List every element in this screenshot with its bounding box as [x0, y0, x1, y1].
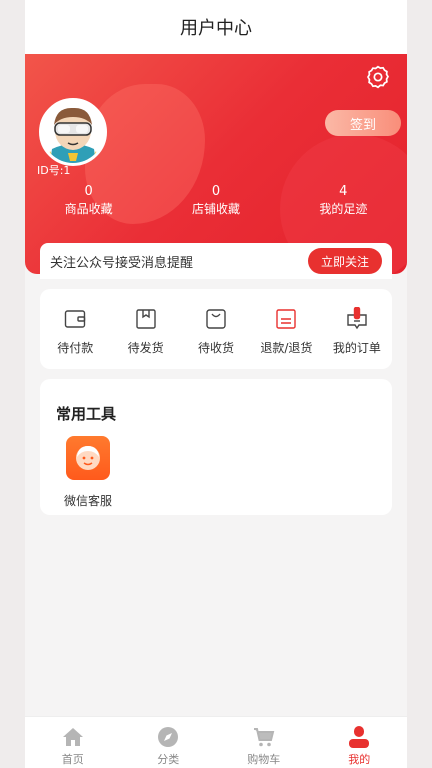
user-icon [349, 726, 370, 748]
tab-cart[interactable]: 购物车 [216, 717, 312, 768]
sign-in-button[interactable]: 签到 [325, 110, 401, 136]
tool-wechat-service[interactable]: 微信客服 [56, 436, 120, 509]
tab-label: 首页 [61, 753, 84, 766]
order-list-icon [347, 307, 367, 330]
follow-text: 关注公众号接受消息提醒 [50, 255, 194, 271]
stat-count: 0 [211, 184, 221, 199]
stat-footprints[interactable]: 4 我的足迹 [280, 184, 407, 224]
package-icon [135, 309, 156, 329]
stat-count: 0 [84, 184, 93, 199]
page-title: 用户中心 [25, 0, 407, 54]
follow-now-button[interactable]: 立即关注 [308, 248, 382, 274]
compass-icon [158, 727, 179, 747]
order-label: 退款/退货 [260, 341, 313, 355]
tool-label: 微信客服 [63, 494, 112, 508]
stat-store-favorites[interactable]: 0 店铺收藏 [152, 184, 279, 224]
settings-gear-icon[interactable] [365, 64, 391, 90]
cart-icon [253, 728, 275, 747]
tools-title: 常用工具 [56, 405, 117, 423]
order-my-orders[interactable]: 我的订单 [322, 289, 392, 369]
wallet-icon [65, 310, 86, 328]
stat-label: 店铺收藏 [191, 202, 240, 216]
tab-category[interactable]: 分类 [121, 717, 217, 768]
refund-icon [276, 309, 297, 329]
common-tools-card: 常用工具 微信客服 [40, 379, 392, 515]
profile-header: ID号:1 签到 0 商品收藏 0 店铺收藏 4 我的足迹 [25, 54, 407, 274]
tab-mine[interactable]: 我的 [312, 717, 408, 768]
order-label: 待付款 [57, 341, 94, 355]
customer-service-icon [66, 436, 110, 480]
stat-count: 4 [339, 184, 348, 199]
order-label: 待收货 [198, 341, 235, 355]
box-open-icon [206, 309, 226, 329]
avatar[interactable] [39, 98, 107, 166]
tab-label: 购物车 [247, 753, 281, 766]
order-label: 我的订单 [332, 341, 381, 355]
stat-label: 我的足迹 [319, 202, 368, 216]
tab-label: 分类 [157, 753, 180, 766]
order-pending-shipment[interactable]: 待发货 [110, 289, 180, 369]
order-status-card: 待付款 待发货 待收货 退款/退货 我的订单 [40, 289, 392, 369]
page: 用户中心 ID号:1 签到 0 商品收藏 0 店铺收藏 4 我的足迹 关注公众号… [25, 0, 407, 768]
stats-row: 0 商品收藏 0 店铺收藏 4 我的足迹 [25, 184, 407, 224]
follow-official-account-bar: 关注公众号接受消息提醒 立即关注 [40, 243, 392, 279]
order-pending-payment[interactable]: 待付款 [40, 289, 110, 369]
bottom-tab-bar: 首页 分类 购物车 我的 [25, 716, 407, 768]
tab-home[interactable]: 首页 [25, 717, 121, 768]
order-label: 待发货 [127, 341, 164, 355]
user-id: ID号:1 [37, 164, 71, 177]
tab-label: 我的 [348, 753, 371, 766]
stat-label: 商品收藏 [64, 202, 113, 216]
order-refund-return[interactable]: 退款/退货 [251, 289, 321, 369]
order-pending-receipt[interactable]: 待收货 [181, 289, 251, 369]
home-icon [62, 728, 83, 746]
stat-product-favorites[interactable]: 0 商品收藏 [25, 184, 152, 224]
